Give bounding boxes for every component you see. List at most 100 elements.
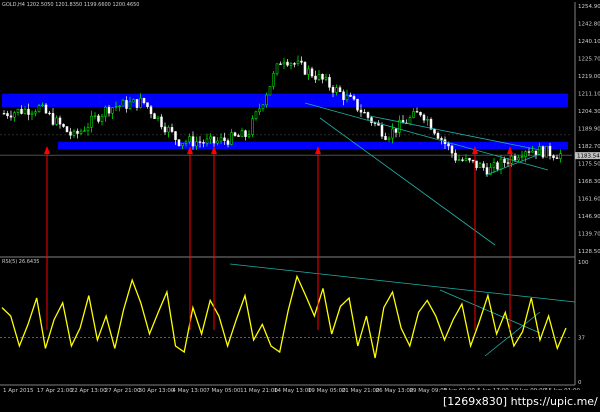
candle-body (202, 142, 205, 144)
candle-body (107, 106, 111, 114)
candle-body (219, 137, 223, 142)
candle-body (44, 104, 48, 114)
candle-body (363, 111, 366, 114)
candle-body (20, 108, 23, 114)
price-tick-label: 1240.10 (578, 39, 600, 45)
candle-body (447, 143, 450, 147)
candle-body (48, 112, 51, 115)
candle-body (156, 116, 160, 119)
candle-body (335, 87, 338, 93)
symbol-line: GOLD,H4 1202.5050 1201.8350 1199.6600 12… (2, 2, 140, 8)
candle-body (321, 74, 324, 80)
candle-body (513, 156, 517, 161)
candle-body (125, 100, 128, 109)
price-tick-label: 1168.30 (578, 179, 600, 185)
candle-body (139, 97, 142, 108)
candle-body (174, 131, 177, 140)
candle-body (209, 136, 212, 140)
candle-body (457, 159, 461, 161)
price-axis-labels: 1254.90 1242.80 1240.10 1225.70 1219.00 1211.… (575, 4, 600, 255)
time-tick-label: 14 May 13:00 (274, 388, 312, 394)
candle-body (121, 100, 125, 107)
candle-body (303, 62, 307, 75)
candle-body (345, 94, 349, 101)
candle-body (65, 126, 69, 133)
candle-body (293, 63, 296, 65)
price-tick-label: 1182.70 (578, 144, 600, 150)
candle-body (496, 162, 499, 170)
candle-body (205, 138, 209, 144)
candle-body (394, 128, 398, 133)
candle-body (58, 117, 62, 125)
candle-body (30, 112, 34, 115)
candle-body (454, 152, 457, 161)
candle-body (559, 153, 562, 159)
candle-body (160, 116, 163, 128)
price-tick-label: 1254.90 (578, 4, 600, 10)
candle-body (244, 130, 247, 137)
candle-body (72, 130, 76, 136)
candle-body (450, 145, 454, 154)
candle-body (86, 127, 90, 131)
candle-body (478, 163, 482, 168)
candle-body (93, 115, 97, 117)
candle-body (555, 157, 559, 159)
candle-body (258, 108, 261, 113)
candle-body (506, 162, 510, 164)
candle-body (247, 134, 251, 137)
candle-body (251, 118, 254, 135)
price-chart: GOLD,H4 1202.5050 1201.8350 1199.6600 12… (0, 0, 600, 412)
time-tick-label: 26 May 13:00 (376, 388, 414, 394)
candle-body (275, 63, 279, 74)
candle-body (289, 63, 293, 66)
candle-body (279, 63, 282, 65)
candle-body (135, 99, 139, 108)
candle-body (338, 87, 342, 93)
price-tick-label: 1204.30 (578, 109, 600, 115)
time-tick-label: 17 Apr 21:00 (37, 388, 73, 394)
candle-body (223, 137, 226, 141)
candle-body (387, 137, 391, 140)
price-tick-label: 1128.50 (578, 249, 600, 255)
candle-body (167, 127, 170, 133)
price-tick-label: 1189.90 (578, 127, 600, 133)
candle-body (9, 115, 13, 118)
rsi-tick-label: 0 (578, 380, 582, 386)
candle-body (517, 157, 520, 161)
candle-body (177, 139, 181, 146)
candle-body (359, 109, 363, 113)
candle-body (132, 99, 135, 103)
time-tick-label: 21 May 21:00 (342, 388, 380, 394)
candle-body (541, 146, 545, 158)
candle-body (118, 105, 121, 108)
candle-body (195, 141, 198, 147)
candle-body (349, 94, 352, 97)
candle-body (100, 115, 104, 122)
candle-body (23, 108, 27, 114)
rsi-tick-label: 37 (578, 336, 585, 342)
candle-body (128, 101, 132, 109)
candle-body (90, 115, 93, 128)
candle-body (62, 123, 65, 127)
time-tick-label: 1 Apr 2015 (3, 388, 34, 394)
candle-body (226, 140, 230, 145)
candle-body (534, 150, 538, 155)
price-tick-label: 1161.60 (578, 197, 600, 203)
candle-body (41, 104, 44, 107)
candle-body (191, 136, 195, 147)
candle-body (419, 112, 422, 116)
candle-body (538, 146, 541, 155)
candle-body (265, 94, 268, 106)
candle-body (296, 60, 300, 64)
candle-body (342, 91, 345, 101)
candle-body (307, 68, 310, 75)
candle-body (230, 132, 233, 145)
candle-body (531, 150, 534, 153)
candle-body (237, 135, 240, 137)
candle-body (415, 111, 419, 113)
candle-body (170, 127, 174, 132)
candle-body (545, 145, 548, 158)
candle-body (380, 125, 384, 137)
candle-body (198, 141, 202, 143)
candle-body (111, 107, 114, 114)
